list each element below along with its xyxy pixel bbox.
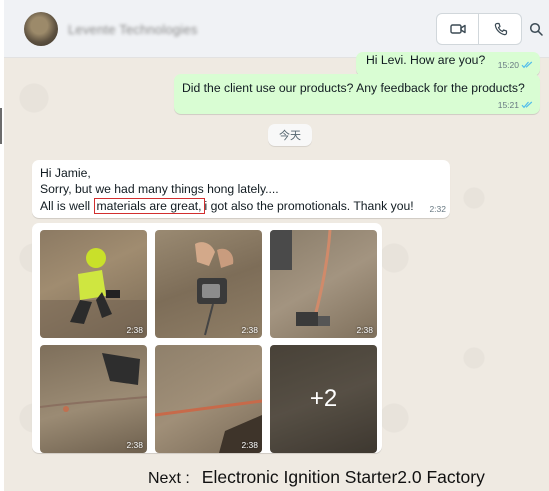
double-check-icon [521, 61, 533, 69]
message-text: Hi Levi. How are you? [366, 53, 486, 67]
media-time: 2:38 [241, 440, 258, 450]
media-time: 2:38 [126, 440, 143, 450]
footer-title: Electronic Ignition Starter2.0 Factory [201, 467, 485, 487]
media-thumbnail[interactable]: 2:38 [270, 230, 377, 338]
more-media-count: +2 [270, 345, 377, 453]
date-separator: 今天 [268, 124, 312, 146]
message-fragment: i got also the promotionals. Thank you! [204, 199, 414, 213]
window-edge [0, 108, 2, 144]
double-check-icon [521, 101, 533, 109]
message-line: Sorry, but we had many things hong latel… [40, 182, 279, 196]
media-more-thumbnail[interactable]: +2 [270, 345, 377, 453]
outgoing-message[interactable]: Did the client use our products? Any fee… [174, 74, 540, 114]
chat-window: Levente Technologies Hi Levi. How are yo… [4, 0, 549, 491]
contact-name[interactable]: Levente Technologies [68, 22, 198, 37]
video-call-icon [449, 24, 466, 34]
chat-header: Levente Technologies [4, 0, 549, 58]
message-text: Did the client use our products? Any fee… [182, 81, 525, 95]
message-time: 15:21 [497, 100, 519, 110]
search-button[interactable] [526, 18, 546, 40]
media-thumbnail[interactable]: 2:38 [155, 345, 262, 453]
media-thumbnail[interactable]: 2:38 [40, 230, 147, 338]
message-fragment: All is well [40, 199, 91, 213]
message-time: 15:20 [497, 60, 519, 70]
photo-worker-image [40, 248, 147, 338]
message-time: 2:32 [429, 204, 446, 214]
photo-cable-image [270, 230, 332, 326]
message-meta: 2:32 [429, 204, 446, 214]
photo-device-image [195, 242, 234, 336]
call-button-group [436, 13, 522, 45]
photo-ground-image [40, 353, 147, 412]
media-album: 2:38 2:38 2:38 2:38 2:38 +2 [32, 223, 382, 453]
media-thumbnail[interactable]: 2:38 [40, 345, 147, 453]
footer-caption: Next : Electronic Ignition Starter2.0 Fac… [148, 467, 485, 488]
media-time: 2:38 [356, 325, 373, 335]
photo-pipe-image [155, 399, 262, 453]
footer-label: Next : [148, 470, 190, 487]
highlighted-phrase: materials are great, [93, 198, 205, 214]
voice-call-icon [494, 22, 508, 36]
media-thumbnail[interactable]: 2:38 [155, 230, 262, 338]
message-list[interactable]: Hi Levi. How are you? 15:20 Did the clie… [4, 52, 549, 468]
message-line: Hi Jamie, [40, 166, 91, 180]
media-time: 2:38 [126, 325, 143, 335]
search-icon [529, 22, 543, 36]
avatar[interactable] [24, 12, 58, 46]
message-meta: 15:21 [498, 100, 534, 110]
media-time: 2:38 [241, 325, 258, 335]
outgoing-message[interactable]: Hi Levi. How are you? 15:20 [356, 52, 540, 76]
video-call-button[interactable] [437, 14, 479, 44]
message-meta: 15:20 [498, 60, 534, 70]
voice-call-button[interactable] [480, 14, 522, 44]
message-line: All is well materials are great, i got al… [40, 198, 414, 214]
incoming-message[interactable]: Hi Jamie, Sorry, but we had many things … [32, 160, 450, 218]
